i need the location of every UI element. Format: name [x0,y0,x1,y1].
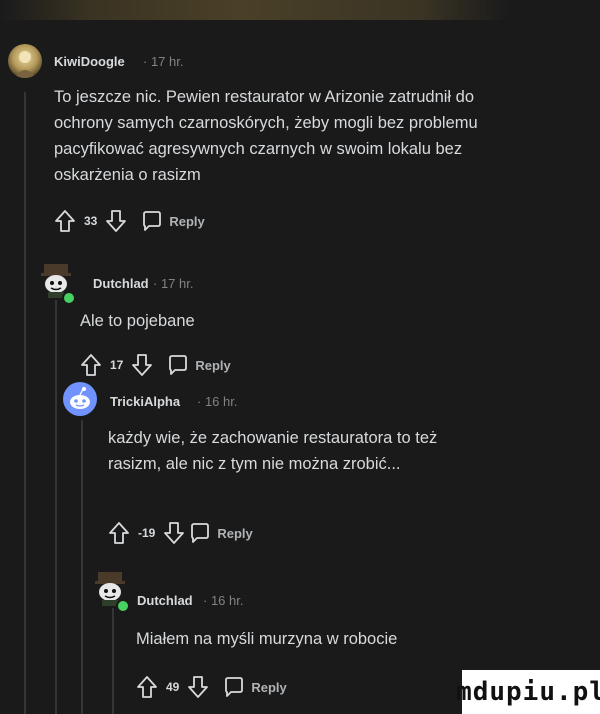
comment-body: Miałem na myśli murzyna w robocie [136,626,576,652]
timestamp[interactable]: · 17 hr. [143,54,183,69]
reply-label: Reply [169,213,205,229]
online-status-indicator [62,291,76,305]
thread-line-level-1[interactable] [55,300,57,714]
default-snoo-icon [70,387,90,409]
top-image-strip [0,0,600,20]
upvote-icon [81,354,101,376]
upvote-icon [109,522,129,544]
upvote-icon [137,676,157,698]
downvote-button[interactable] [163,521,185,545]
comment-body: To jeszcze nic. Pewien restaurator w Ari… [54,84,574,188]
reply-button[interactable]: Reply [141,210,205,232]
watermark: mdupiu.pl [456,670,600,714]
thread-line-level-3[interactable] [112,608,114,714]
upvote-button[interactable] [54,209,76,233]
reply-label: Reply [217,525,253,541]
downvote-icon [164,522,185,544]
avatar[interactable] [63,382,97,416]
upvote-button[interactable] [108,521,130,545]
reply-label: Reply [195,357,231,373]
comment-line: Miałem na myśli murzyna w robocie [136,630,398,648]
online-status-indicator [116,599,130,613]
comment-line: To jeszcze nic. Pewien restaurator w Ari… [54,88,475,106]
upvote-button[interactable] [80,353,102,377]
reply-bubble-icon [143,211,162,231]
thread-line-level-0[interactable] [24,92,26,714]
reply-button[interactable]: Reply [189,522,253,544]
reply-bubble-icon [191,523,210,543]
reply-bubble-icon [169,355,188,375]
comment-actions: 17 Reply [80,352,231,378]
downvote-icon [132,354,153,376]
downvote-button[interactable] [105,209,127,233]
reply-button[interactable]: Reply [167,354,231,376]
comment-actions: 49 Reply [136,674,287,700]
comment-actions: -19 Reply [108,520,253,546]
comment-body: każdy wie, że zachowanie restauratora to… [108,425,568,477]
upvote-button[interactable] [136,675,158,699]
comment-line: pacyfikować agresywnych czarnych w swoim… [54,140,463,158]
downvote-icon [106,210,127,232]
comment-actions: 33 Reply [54,208,205,234]
avatar[interactable] [8,44,42,78]
comment-line: każdy wie, że zachowanie restauratora to… [108,429,438,447]
reply-label: Reply [251,679,287,695]
vote-count: 49 [166,680,180,694]
reply-bubble-icon [225,677,244,697]
username[interactable]: Dutchlad [137,593,193,608]
comment-body: Ale to pojebane [80,308,560,334]
downvote-icon [188,676,209,698]
timestamp[interactable]: · 16 hr. [197,394,237,409]
upvote-icon [55,210,75,232]
timestamp[interactable]: · 16 hr. [203,593,243,608]
vote-count: 17 [110,358,124,372]
thread-line-level-2[interactable] [81,420,83,714]
downvote-button[interactable] [187,675,209,699]
username[interactable]: KiwiDoogle [54,54,125,69]
username[interactable]: TrickiAlpha [110,394,180,409]
portrait-icon [14,51,36,78]
vote-count: 33 [84,214,98,228]
username[interactable]: Dutchlad [93,276,149,291]
comment-line: ochrony samych czarnoskórych, żeby mogli… [54,114,478,132]
comment-line: Ale to pojebane [80,312,195,330]
comment-line: oskarżenia o rasizm [54,166,201,184]
vote-count: -19 [138,526,156,540]
downvote-button[interactable] [131,353,153,377]
comment-line: rasizm, ale nic z tym nie można zrobić..… [108,455,401,473]
reply-button[interactable]: Reply [223,676,287,698]
timestamp[interactable]: · 17 hr. [153,276,193,291]
